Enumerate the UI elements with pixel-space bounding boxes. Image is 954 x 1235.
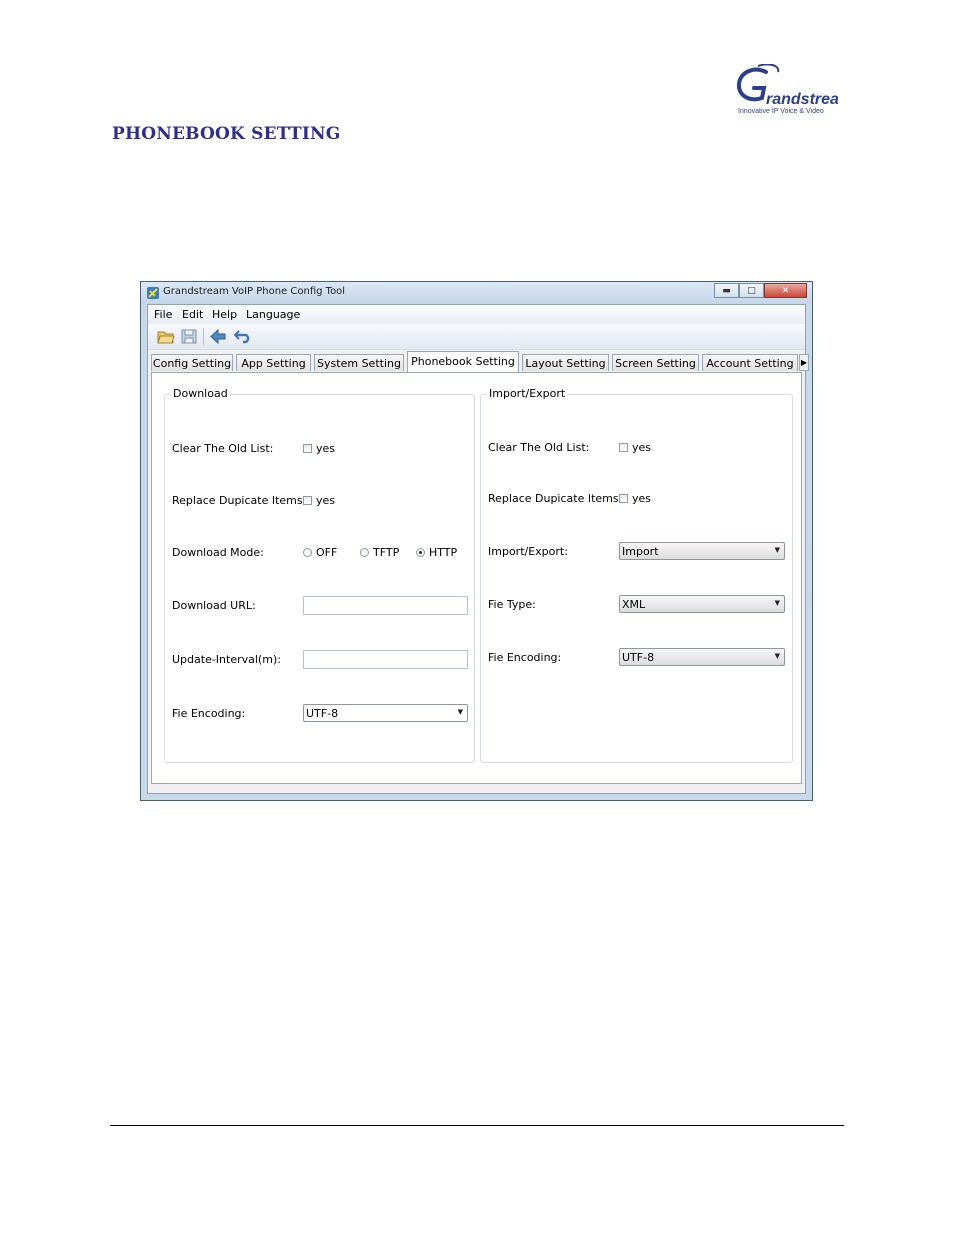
ie-filetype-value: XML: [622, 598, 646, 611]
download-clear-label: Clear The Old List:: [172, 442, 274, 455]
ie-filetype-select[interactable]: XML ▼: [619, 595, 785, 613]
menu-file[interactable]: File: [154, 308, 172, 321]
ie-encoding-select[interactable]: UTF-8 ▼: [619, 648, 785, 666]
import-export-group: Import/Export Clear The Old List: yes Re…: [480, 387, 793, 763]
tab-screen-setting[interactable]: Screen Setting: [612, 354, 699, 371]
download-encoding-label: Fie Encoding:: [172, 707, 246, 720]
download-group-title: Download: [171, 387, 230, 400]
maximize-button[interactable]: □: [739, 283, 764, 298]
toolbar-separator: [203, 328, 204, 345]
download-clear-checkbox[interactable]: [303, 444, 312, 453]
minimize-button[interactable]: ▬: [714, 283, 739, 298]
logo-tagline: Innovative IP Voice & Video: [738, 108, 824, 115]
phonebook-setting-panel: Download Clear The Old List: yes Replace…: [151, 372, 802, 784]
ie-clear-label: Clear The Old List:: [488, 441, 590, 454]
chevron-down-icon: ▼: [457, 708, 463, 716]
chevron-down-icon: ▼: [774, 599, 780, 607]
download-replace-checkbox[interactable]: [303, 496, 312, 505]
update-interval-label: Update-Interval(m):: [172, 653, 281, 666]
download-clear-yes: yes: [316, 442, 336, 455]
grandstream-logo-wordmark: randstream: [736, 64, 838, 108]
download-mode-off-radio[interactable]: [303, 548, 312, 557]
menu-edit[interactable]: Edit: [182, 308, 203, 321]
ie-replace-checkbox[interactable]: [619, 494, 628, 503]
download-url-input[interactable]: [303, 596, 468, 615]
title-bar[interactable]: Grandstream VoIP Phone Config Tool ▬ □ ✕: [141, 282, 812, 304]
window-client-area: File Edit Help Language Config Setting A…: [147, 304, 809, 794]
status-bar: [148, 784, 805, 793]
ie-mode-value: Import: [622, 545, 659, 558]
toolbar: [148, 324, 805, 350]
download-mode-label: Download Mode:: [172, 546, 264, 559]
config-tool-window: Grandstream VoIP Phone Config Tool ▬ □ ✕…: [140, 281, 813, 801]
download-group: Download Clear The Old List: yes Replace…: [164, 387, 475, 763]
download-mode-tftp-radio[interactable]: [360, 548, 369, 557]
menu-language[interactable]: Language: [246, 308, 300, 321]
ie-encoding-value: UTF-8: [622, 651, 655, 664]
minimize-icon: ▬: [722, 285, 731, 296]
menu-bar: File Edit Help Language: [148, 305, 805, 324]
download-encoding-select[interactable]: UTF-8 ▼: [303, 704, 468, 722]
tab-phonebook-setting[interactable]: Phonebook Setting: [407, 351, 519, 372]
update-interval-input[interactable]: [303, 650, 468, 669]
open-folder-icon[interactable]: [157, 328, 175, 345]
download-replace-yes: yes: [316, 494, 336, 507]
download-url-label: Download URL:: [172, 599, 256, 612]
download-mode-tftp-label: TFTP: [373, 546, 400, 559]
ie-clear-yes: yes: [632, 441, 652, 454]
download-mode-off-label: OFF: [316, 546, 338, 559]
ie-clear-checkbox[interactable]: [619, 443, 628, 452]
menu-help[interactable]: Help: [212, 308, 237, 321]
undo-icon[interactable]: [234, 328, 252, 345]
maximize-icon: □: [747, 285, 756, 296]
download-encoding-value: UTF-8: [306, 707, 339, 720]
ie-replace-yes: yes: [632, 492, 652, 505]
tab-strip: Config Setting App Setting System Settin…: [148, 351, 809, 372]
app-icon: [147, 287, 159, 299]
back-arrow-icon[interactable]: [209, 328, 227, 345]
grandstream-logo: randstream Innovative IP Voice & Video: [736, 60, 838, 120]
save-icon[interactable]: [180, 328, 198, 345]
chevron-down-icon: ▼: [774, 546, 780, 554]
download-replace-label: Replace Dupicate Items:: [172, 494, 307, 507]
page-heading: PHONEBOOK SETTING: [112, 124, 341, 144]
ie-filetype-label: Fie Type:: [488, 598, 536, 611]
ie-encoding-label: Fie Encoding:: [488, 651, 562, 664]
window-controls: ▬ □ ✕: [714, 283, 807, 299]
close-button[interactable]: ✕: [764, 283, 807, 298]
window-title: Grandstream VoIP Phone Config Tool: [163, 286, 346, 297]
close-icon: ✕: [781, 285, 790, 296]
download-mode-http-label: HTTP: [429, 546, 458, 559]
svg-text:randstream: randstream: [766, 91, 838, 108]
footer-rule: [110, 1125, 844, 1126]
tab-account-setting[interactable]: Account Setting: [702, 354, 798, 371]
tab-layout-setting[interactable]: Layout Setting: [522, 354, 609, 371]
ie-mode-select[interactable]: Import ▼: [619, 542, 785, 560]
ie-replace-label: Replace Dupicate Items:: [488, 492, 623, 505]
tab-config-setting[interactable]: Config Setting: [151, 354, 233, 371]
chevron-down-icon: ▼: [774, 652, 780, 660]
tab-app-setting[interactable]: App Setting: [236, 354, 311, 371]
chevron-right-icon: ▶: [800, 358, 808, 367]
import-export-group-title: Import/Export: [487, 387, 568, 400]
tab-scroll-right-button[interactable]: ▶: [799, 354, 809, 371]
tab-system-setting[interactable]: System Setting: [314, 354, 404, 371]
download-mode-http-radio[interactable]: [416, 548, 425, 557]
ie-mode-label: Import/Export:: [488, 545, 568, 558]
